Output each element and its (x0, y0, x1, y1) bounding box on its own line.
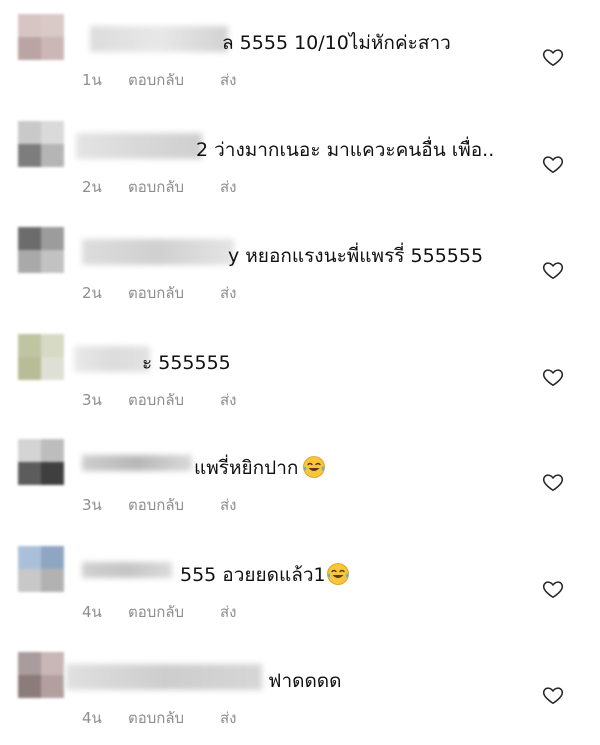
avatar[interactable] (18, 227, 64, 273)
username-blurred[interactable] (76, 133, 202, 159)
send-button[interactable]: ส่ง (220, 493, 236, 517)
comment-meta: 1น ตอบกลับ ส่ง (82, 68, 236, 92)
tears-of-joy-emoji-icon (303, 456, 326, 478)
avatar[interactable] (18, 652, 64, 698)
reply-button[interactable]: ตอบกลับ (128, 68, 220, 92)
username-blurred[interactable] (82, 455, 192, 471)
avatar[interactable] (18, 334, 64, 380)
comment-item: ล 5555 10/10ไม่หักค่ะสาว 1น ตอบกลับ ส่ง (0, 10, 600, 114)
comment-time: 3น (82, 391, 102, 409)
heart-icon[interactable] (542, 366, 564, 388)
avatar[interactable] (18, 439, 64, 485)
comment-item: แพรี่หยิกปาก 3น ตอบกลับ ส่ง (0, 435, 600, 539)
comment-text-body: 555 อวยยดแล้ว1 (180, 564, 326, 586)
comment-meta: 4น ตอบกลับ ส่ง (82, 600, 236, 624)
send-button[interactable]: ส่ง (220, 600, 236, 624)
comment-item: 2 ว่างมากเนอะ มาแควะคนอื่น เพื่อ.. 2น ตอบ… (0, 117, 600, 221)
comment-meta: 2น ตอบกลับ ส่ง (82, 175, 236, 199)
comment-meta: 3น ตอบกลับ ส่ง (82, 388, 236, 412)
username-blurred[interactable] (90, 26, 228, 52)
username-blurred[interactable] (74, 346, 150, 372)
comment-time: 2น (82, 178, 102, 196)
comment-meta: 2น ตอบกลับ ส่ง (82, 281, 236, 305)
comment-text: 2 ว่างมากเนอะ มาแควะคนอื่น เพื่อ.. (196, 139, 495, 161)
heart-icon[interactable] (542, 153, 564, 175)
comment-text: ะ 555555 (142, 352, 231, 374)
comment-item: ฟาดดดด 4น ตอบกลับ ส่ง (0, 648, 600, 745)
reply-button[interactable]: ตอบกลับ (128, 600, 220, 624)
comment-time: 1น (82, 71, 102, 89)
reply-button[interactable]: ตอบกลับ (128, 493, 220, 517)
reply-button[interactable]: ตอบกลับ (128, 388, 220, 412)
comment-text: y หยอกแรงนะพี่แพรรี่ 555555 (228, 245, 484, 267)
heart-icon[interactable] (542, 471, 564, 493)
comment-meta: 3น ตอบกลับ ส่ง (82, 493, 236, 517)
comment-list: ล 5555 10/10ไม่หักค่ะสาว 1น ตอบกลับ ส่ง 2 … (0, 0, 600, 745)
comment-time: 3น (82, 496, 102, 514)
heart-icon[interactable] (542, 578, 564, 600)
send-button[interactable]: ส่ง (220, 388, 236, 412)
heart-icon[interactable] (542, 259, 564, 281)
reply-button[interactable]: ตอบกลับ (128, 281, 220, 305)
comment-text: 555 อวยยดแล้ว1 (180, 560, 350, 590)
send-button[interactable]: ส่ง (220, 706, 236, 730)
heart-icon[interactable] (542, 684, 564, 706)
heart-icon[interactable] (542, 46, 564, 68)
reply-button[interactable]: ตอบกลับ (128, 175, 220, 199)
send-button[interactable]: ส่ง (220, 68, 236, 92)
comment-time: 4น (82, 603, 102, 621)
comment-time: 2น (82, 284, 102, 302)
comment-text-body: แพรี่หยิกปาก (194, 457, 299, 479)
username-blurred[interactable] (82, 239, 234, 265)
username-blurred[interactable] (82, 562, 172, 578)
send-button[interactable]: ส่ง (220, 281, 236, 305)
username-blurred[interactable] (66, 664, 262, 690)
avatar[interactable] (18, 14, 64, 60)
tears-of-joy-emoji-icon (326, 563, 349, 585)
comment-text: ฟาดดดด (268, 670, 342, 692)
comment-text: แพรี่หยิกปาก (194, 453, 326, 483)
reply-button[interactable]: ตอบกลับ (128, 706, 220, 730)
comment-meta: 4น ตอบกลับ ส่ง (82, 706, 236, 730)
comment-item: ะ 555555 3น ตอบกลับ ส่ง (0, 330, 600, 434)
avatar[interactable] (18, 121, 64, 167)
comment-item: y หยอกแรงนะพี่แพรรี่ 555555 2น ตอบกลับ ส่ง (0, 223, 600, 327)
send-button[interactable]: ส่ง (220, 175, 236, 199)
comment-time: 4น (82, 709, 102, 727)
comment-text: ล 5555 10/10ไม่หักค่ะสาว (222, 32, 451, 54)
avatar[interactable] (18, 546, 64, 592)
comment-item: 555 อวยยดแล้ว1 4น ตอบกลับ ส่ง (0, 542, 600, 646)
